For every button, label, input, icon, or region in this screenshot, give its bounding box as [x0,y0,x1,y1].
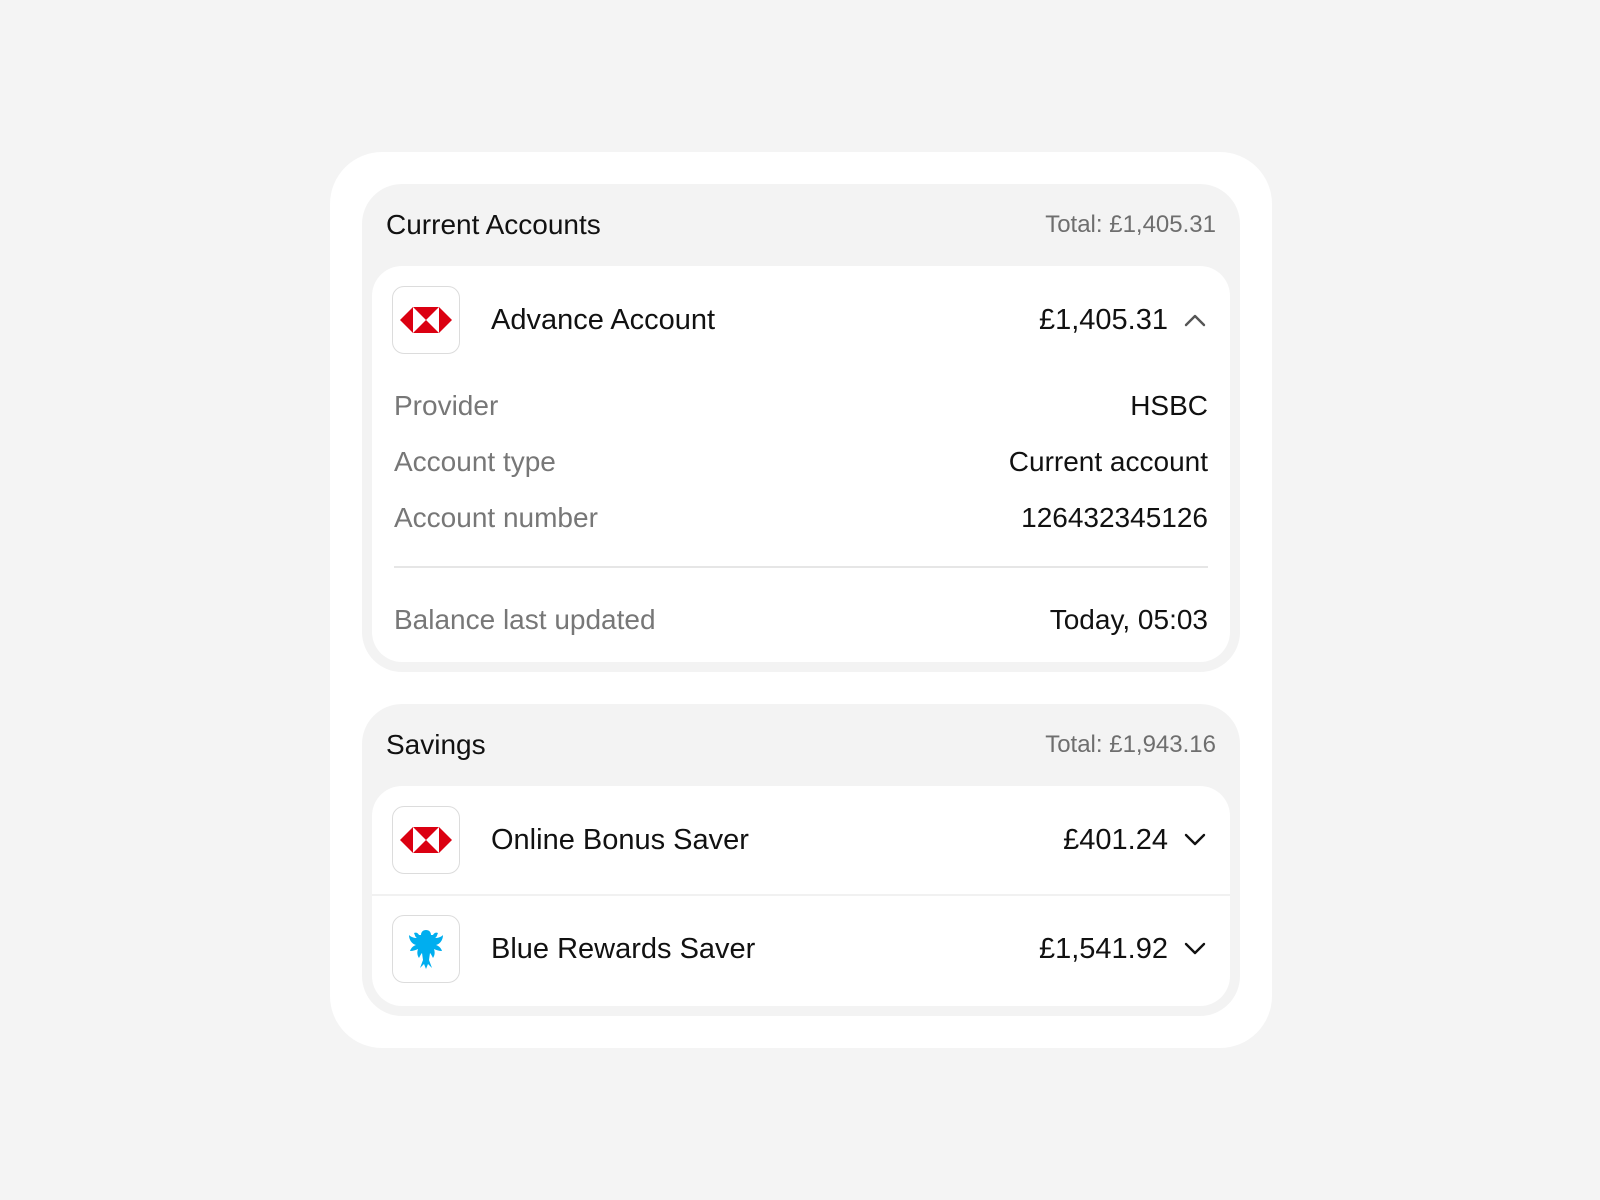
detail-label: Provider [394,390,499,421]
current-accounts-section: Current Accounts Total: £1,405.31 Advanc… [362,184,1240,672]
hsbc-logo-icon [392,286,460,354]
detail-value: Current account [1008,446,1208,477]
detail-row-account-type: Account type Current account [394,434,1208,490]
barclays-eagle-icon [392,915,460,983]
chevron-down-icon[interactable] [1182,827,1208,853]
account-name: Blue Rewards Saver [491,932,756,965]
accounts-panel: Current Accounts Total: £1,405.31 Advanc… [330,152,1272,1048]
account-row-blue-rewards-saver[interactable]: Blue Rewards Saver £1,541.92 [372,894,1230,1002]
savings-card: Online Bonus Saver £401.24 Blue Rewards … [372,786,1230,1006]
hsbc-logo-icon [392,806,460,874]
current-accounts-header: Current Accounts Total: £1,405.31 [362,184,1240,266]
section-total: Total: £1,405.31 [1045,211,1216,238]
detail-row-account-number: Account number 126432345126 [394,490,1208,546]
account-card-advance: Advance Account £1,405.31 Provider HSBC … [372,266,1230,662]
balance-updated-row: Balance last updated Today, 05:03 [394,568,1208,662]
detail-label: Account type [394,446,556,477]
account-amount: £401.24 [1063,823,1168,856]
account-row-online-bonus-saver[interactable]: Online Bonus Saver £401.24 [372,786,1230,894]
account-amount: £1,405.31 [1038,303,1168,336]
detail-label: Account number [394,502,598,533]
account-details: Provider HSBC Account type Current accou… [372,374,1230,662]
updated-value: Today, 05:03 [1049,604,1208,635]
account-name: Advance Account [491,303,716,336]
account-name: Online Bonus Saver [491,823,749,856]
chevron-down-icon[interactable] [1182,936,1208,962]
chevron-up-icon[interactable] [1182,307,1208,333]
detail-row-provider: Provider HSBC [394,378,1208,434]
savings-header: Savings Total: £1,943.16 [362,704,1240,786]
account-row-advance[interactable]: Advance Account £1,405.31 [372,266,1230,374]
detail-value: 126432345126 [1021,502,1208,533]
detail-value: HSBC [1130,390,1208,421]
savings-section: Savings Total: £1,943.16 Online Bonus Sa… [362,704,1240,1016]
account-amount: £1,541.92 [1038,932,1168,965]
section-title: Current Accounts [386,209,601,240]
section-title: Savings [386,729,486,760]
section-total: Total: £1,943.16 [1045,731,1216,758]
updated-label: Balance last updated [394,604,656,635]
